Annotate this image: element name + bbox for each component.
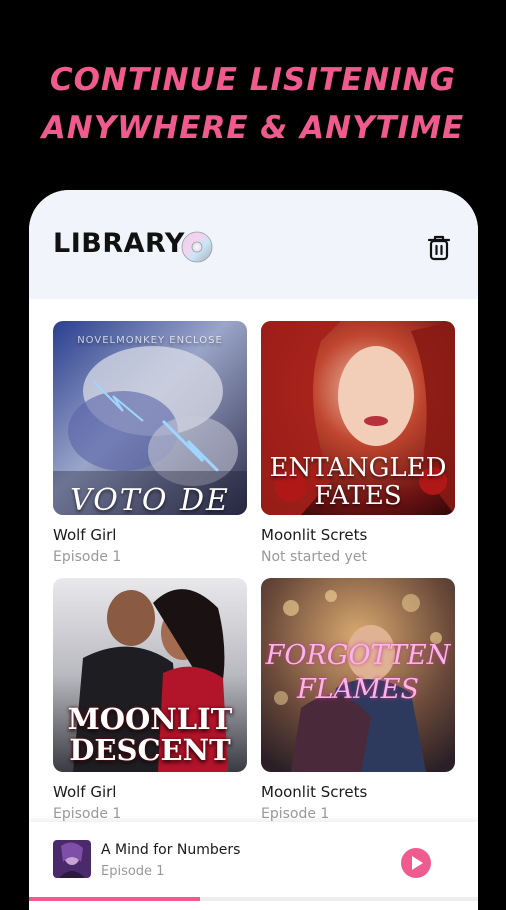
promo-line-2: ANYWHERE & ANYTIME (41, 110, 465, 146)
player-title: A Mind for Numbers (101, 842, 241, 858)
book-subtitle: Not started yet (261, 549, 367, 565)
cover-title-line-1: ENTANGLED (269, 453, 447, 483)
phone-screen: LIBRARY NOVELMONKEY ENCLOSE VOTO DE Wolf… (29, 190, 478, 910)
book-title: Moonlit Screts (261, 526, 368, 544)
book-subtitle: Episode 1 (261, 806, 330, 822)
player-subtitle: Episode 1 (101, 864, 165, 879)
book-title: Wolf Girl (53, 526, 117, 544)
cover-title-line-1: FORGOTTEN (265, 640, 451, 671)
playback-progress-fill (29, 897, 200, 901)
book-cover[interactable]: ENTANGLED FATES (261, 321, 455, 515)
disc-icon (181, 231, 213, 263)
cover-title-line-2: FLAMES (296, 674, 419, 705)
playback-progress[interactable] (29, 897, 478, 901)
trash-icon[interactable] (426, 234, 452, 262)
promo-line-1: CONTINUE LISITENING (49, 62, 457, 98)
cover-title-text: VOTO DE (70, 483, 230, 515)
book-title: Wolf Girl (53, 783, 117, 801)
book-cover[interactable]: NOVELMONKEY ENCLOSE VOTO DE (53, 321, 247, 515)
page-title: LIBRARY (53, 228, 185, 259)
book-subtitle: Episode 1 (53, 806, 122, 822)
book-subtitle: Episode 1 (53, 549, 122, 565)
book-card[interactable]: MOONLIT DESCENT Wolf Girl Episode 1 (53, 578, 247, 822)
cover-title-line-2: FATES (314, 481, 402, 511)
book-cover[interactable]: MOONLIT DESCENT (53, 578, 247, 772)
player-cover (53, 840, 91, 878)
book-cover[interactable]: FORGOTTEN FLAMES (261, 578, 455, 772)
book-card[interactable]: ENTANGLED FATES Moonlit Screts Not start… (261, 321, 455, 565)
cover-top-text: NOVELMONKEY ENCLOSE (77, 335, 223, 346)
mini-player[interactable]: A Mind for Numbers Episode 1 (29, 822, 478, 897)
cover-title-line-1: MOONLIT (67, 702, 233, 736)
book-card[interactable]: NOVELMONKEY ENCLOSE VOTO DE Wolf Girl Ep… (53, 321, 247, 565)
cover-title-line-2: DESCENT (69, 733, 231, 767)
book-title: Moonlit Screts (261, 783, 368, 801)
play-icon[interactable] (401, 848, 431, 878)
library-header: LIBRARY (29, 190, 478, 299)
promo-headline: CONTINUE LISITENING ANYWHERE & ANYTIME (0, 56, 506, 152)
book-card[interactable]: FORGOTTEN FLAMES Moonlit Screts Episode … (261, 578, 455, 822)
